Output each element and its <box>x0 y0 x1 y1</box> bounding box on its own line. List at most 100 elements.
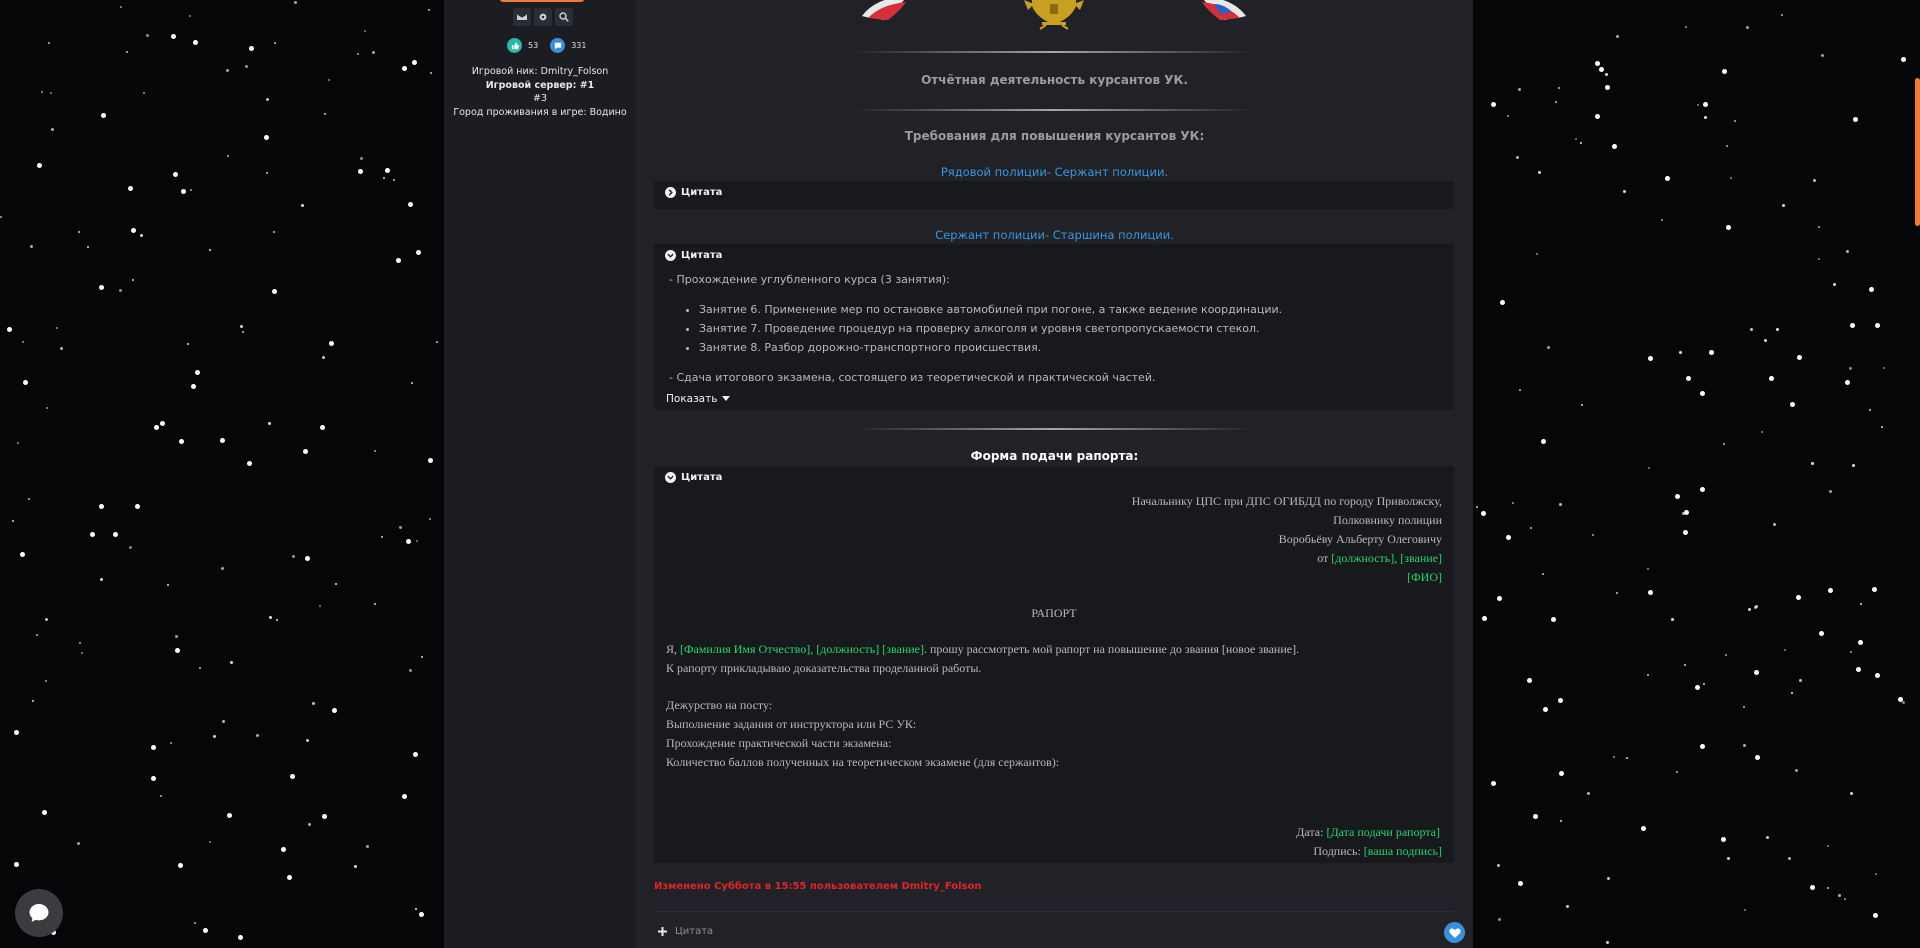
star-dot <box>409 669 412 672</box>
like-button[interactable] <box>1444 922 1465 943</box>
star-dot <box>77 842 80 845</box>
star-dot <box>1541 439 1546 444</box>
star-dot <box>22 341 24 343</box>
addressee-line: Воробьёву Альберту Олеговичу <box>1278 532 1442 546</box>
star-dot <box>354 865 357 868</box>
star-dot <box>1599 67 1604 72</box>
star-dot <box>406 539 411 544</box>
scrollbar-thumb[interactable] <box>1915 78 1920 226</box>
star-dot <box>273 231 275 233</box>
star-dot <box>399 526 402 529</box>
star-dot <box>358 169 363 174</box>
search-button[interactable] <box>555 8 573 26</box>
star-dot <box>1500 300 1505 305</box>
star-dot <box>1723 443 1725 445</box>
star-dot <box>170 742 172 744</box>
star-dot <box>203 928 208 933</box>
star-dot <box>421 656 423 658</box>
star-dot <box>1827 845 1829 847</box>
quote-header[interactable]: Цитата <box>665 250 722 261</box>
star-dot <box>1838 894 1841 897</box>
star-dot <box>238 935 243 940</box>
user-info: Игровой ник: Dmitry_Folson Игровой серве… <box>444 65 636 119</box>
emblem-image <box>862 0 1246 30</box>
star-dot <box>128 186 133 191</box>
chevron-down-icon <box>665 472 676 483</box>
star-dot <box>1849 367 1852 370</box>
star-dot <box>322 814 327 819</box>
star-dot <box>290 774 295 779</box>
star-dot <box>99 285 104 290</box>
body-placeholder: [Фамилия Имя Отчество], [должность] [зва… <box>680 642 924 656</box>
star-dot <box>1519 389 1521 391</box>
star-dot <box>1726 145 1728 147</box>
star-dot <box>408 202 413 207</box>
star-dot <box>1776 328 1779 331</box>
star-dot <box>151 776 156 781</box>
star-dot <box>154 425 159 430</box>
star-dot <box>1746 26 1749 29</box>
show-more-button[interactable]: Показать <box>666 393 731 405</box>
star-dot <box>1575 138 1577 140</box>
star-dot <box>50 92 52 94</box>
lesson-item: Занятие 8. Разбор дорожно-транспортного … <box>699 338 1282 357</box>
star-dot <box>415 908 417 910</box>
star-dot <box>41 91 43 93</box>
sign-placeholder: [ваша подпись] <box>1363 844 1442 858</box>
forum-page: 53 331 Игровой ник: Dmitry_Folson Игрово… <box>444 0 1473 948</box>
star-dot <box>56 327 58 329</box>
star-dot <box>1684 664 1686 666</box>
lesson-item: Занятие 6. Применение мер по остановке а… <box>699 300 1282 319</box>
star-dot <box>292 555 295 558</box>
star-dot <box>1722 69 1727 74</box>
chevron-down-icon <box>665 250 676 261</box>
star-dot <box>1818 258 1820 260</box>
date-line: Дата: [Дата подачи рапорта] <box>1296 825 1440 840</box>
star-dot <box>396 258 401 263</box>
star-dot <box>14 862 19 867</box>
chat-widget-button[interactable] <box>15 889 63 937</box>
star-dot <box>269 616 272 619</box>
quote-reply-button[interactable]: Цитата <box>658 926 713 937</box>
star-dot <box>1616 592 1618 594</box>
star-dot <box>209 249 211 251</box>
star-dot <box>1844 898 1846 900</box>
star-dot <box>1497 596 1502 601</box>
section-report-title: Отчётная деятельность курсантов УК. <box>921 73 1188 87</box>
star-dot <box>1542 573 1544 575</box>
star-dot <box>1850 323 1855 328</box>
star-dot <box>247 461 252 466</box>
settings-button[interactable] <box>534 8 552 26</box>
caret-down-icon <box>722 396 731 401</box>
star-dot <box>374 450 376 452</box>
star-dot <box>45 680 47 682</box>
star-dot <box>1506 535 1511 540</box>
likes-count: 53 <box>528 41 539 50</box>
star-dot <box>416 540 418 542</box>
rank-link-2[interactable]: Сержант полиции- Старшина полиции. <box>636 228 1473 242</box>
star-dot <box>240 325 243 328</box>
quote-label: Цитата <box>681 472 723 483</box>
star-dot <box>0 216 2 218</box>
star-dot <box>308 823 311 826</box>
message-button[interactable] <box>513 8 531 26</box>
star-dot <box>46 407 48 409</box>
star-dot <box>135 504 140 509</box>
star-dot <box>1875 673 1880 678</box>
rank-link-1[interactable]: Рядовой полиции- Сержант полиции. <box>636 165 1473 179</box>
star-dot <box>1605 73 1608 76</box>
quote-header[interactable]: Цитата <box>665 472 722 483</box>
star-dot <box>242 331 244 333</box>
star-dot <box>1559 771 1564 776</box>
quote-header[interactable]: Цитата <box>665 187 722 198</box>
star-dot <box>195 370 200 375</box>
star-dot <box>79 642 81 644</box>
star-dot <box>1607 877 1610 880</box>
envelope-icon <box>517 13 527 20</box>
star-dot <box>276 619 278 621</box>
star-dot <box>335 583 337 585</box>
star-dot <box>1661 219 1663 221</box>
star-dot <box>319 605 321 607</box>
from-placeholder: [должность], [звание] <box>1331 551 1442 565</box>
star-dot <box>131 228 136 233</box>
